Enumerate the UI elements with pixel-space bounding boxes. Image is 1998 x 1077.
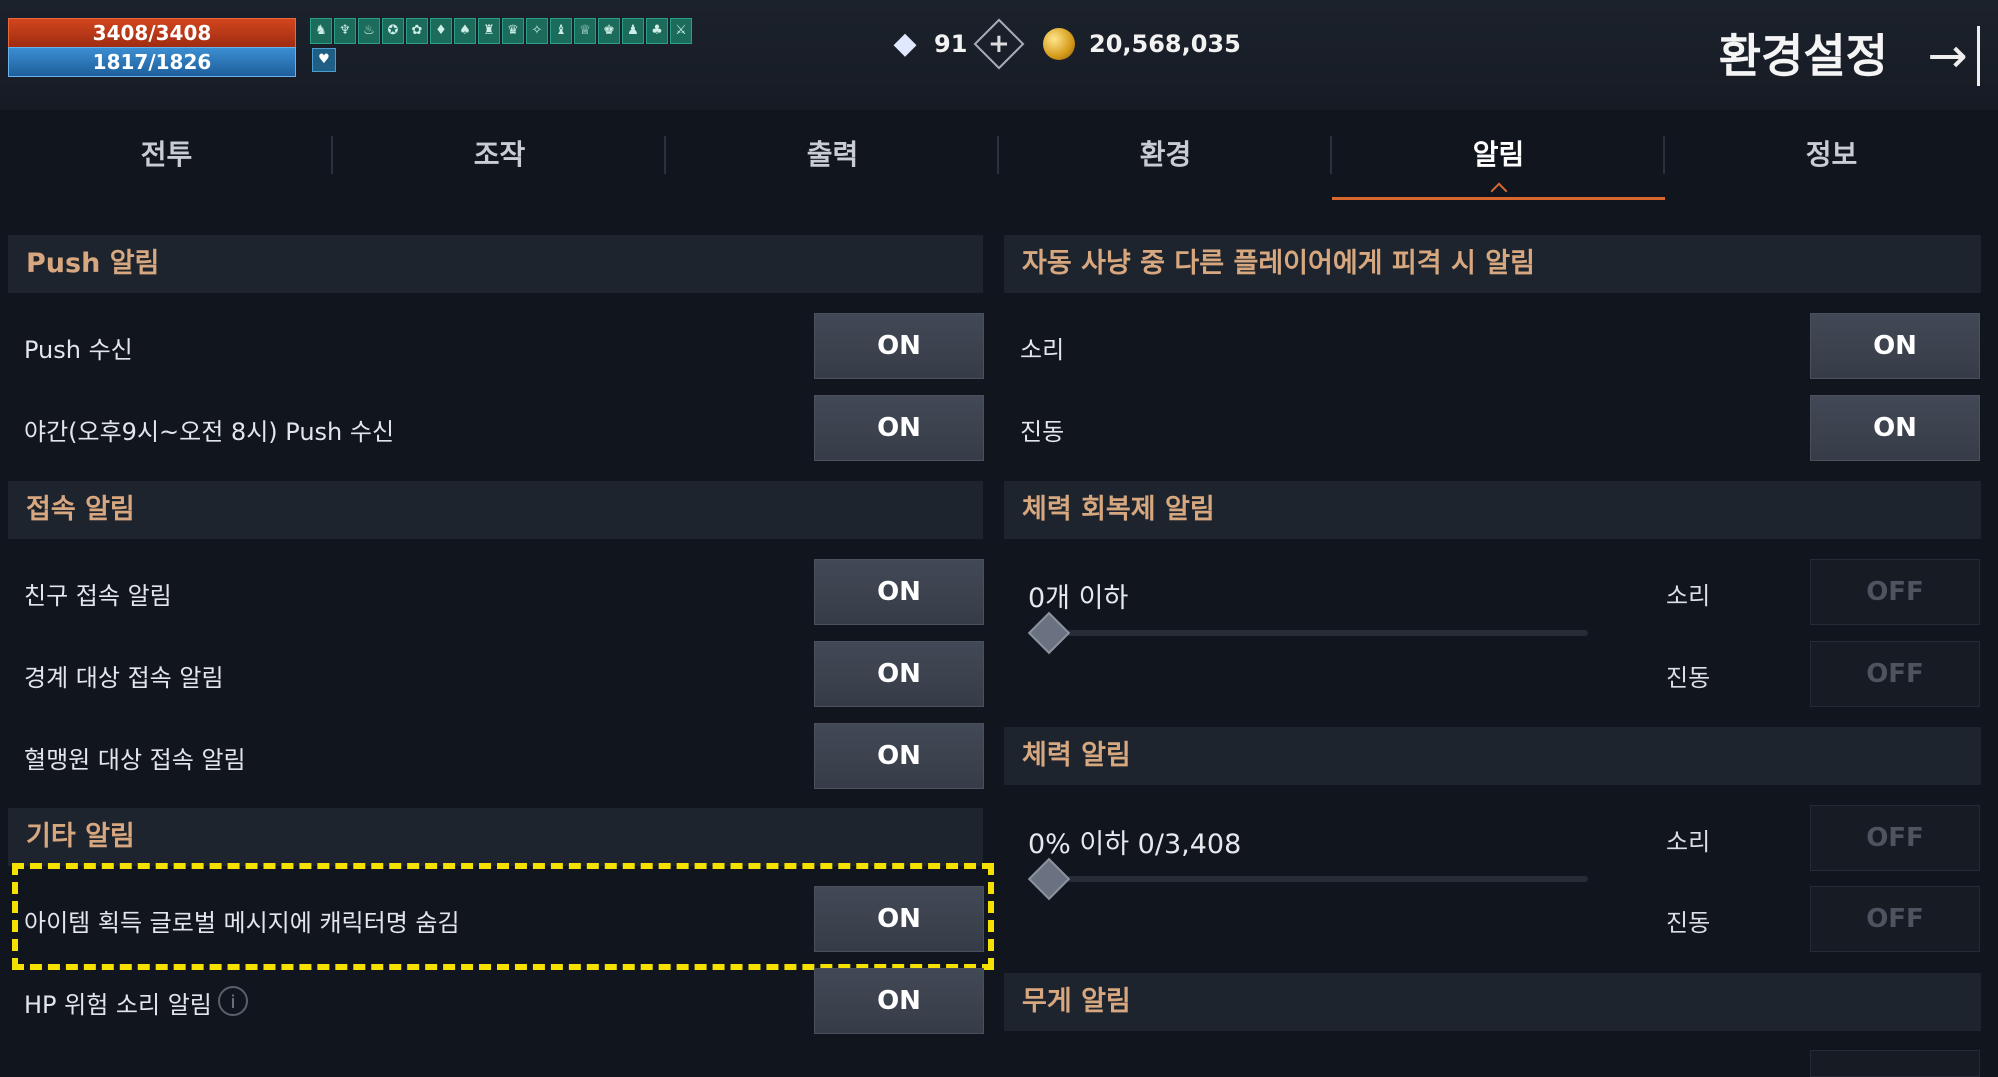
buff-icon: ♞: [310, 18, 332, 44]
tab-label: 전투: [140, 138, 193, 171]
tab-label: 정보: [1805, 138, 1858, 171]
push-receive-label: Push 수신: [24, 336, 133, 364]
section-login: 접속 알림: [8, 481, 983, 539]
clan-login-label: 혈맹원 대상 접속 알림: [24, 746, 246, 774]
section-potion: 체력 회복제 알림: [1004, 481, 1981, 539]
buff-icon-secondary: ♥: [312, 48, 336, 72]
tab-bar: 전투 조작 출력 환경 알림 정보: [0, 118, 1998, 200]
buff-icon: ♦: [430, 18, 452, 44]
buff-list: ♞ ♆ ♨ ✪ ✿ ♦ ♠ ♜ ♛ ✧ ♝ ♕ ♚ ♟ ♣ ⚔: [310, 18, 694, 44]
tab-label: 환경: [1139, 138, 1192, 171]
potion-vibe-toggle[interactable]: OFF: [1810, 641, 1980, 707]
health-vibe-label: 진동: [1666, 909, 1711, 937]
exit-icon[interactable]: →: [1918, 26, 1980, 86]
buff-icon: ✧: [526, 18, 548, 44]
gold-currency: 20,568,035: [1043, 24, 1241, 64]
health-sound-toggle[interactable]: OFF: [1810, 805, 1980, 871]
gold-coin-icon: [1043, 28, 1075, 60]
buff-icon: ⚔: [670, 18, 692, 44]
hp-danger-sound-label: HP 위험 소리 알림: [24, 991, 212, 1019]
potion-slider-track[interactable]: [1040, 630, 1588, 636]
buff-icon: ♚: [598, 18, 620, 44]
top-status-bar: 3408/3408 1817/1826 ♞ ♆ ♨ ✪ ✿ ♦ ♠ ♜ ♛ ✧ ♝ ♕ ♚ ♟ ♣ ⚔ ♥ ◆…: [0, 0, 1998, 110]
buff-icon: ♆: [334, 18, 356, 44]
potion-vibe-label: 진동: [1666, 664, 1711, 692]
buff-icon: ♛: [502, 18, 524, 44]
tab-combat[interactable]: 전투: [0, 118, 333, 200]
health-slider-track[interactable]: [1040, 876, 1588, 882]
potion-sound-toggle[interactable]: OFF: [1810, 559, 1980, 625]
attacked-sound-toggle[interactable]: ON: [1810, 313, 1980, 379]
buff-icon: ♣: [646, 18, 668, 44]
attacked-vibe-toggle[interactable]: ON: [1810, 395, 1980, 461]
watchlist-login-toggle[interactable]: ON: [814, 641, 984, 707]
tab-controls[interactable]: 조작: [333, 118, 666, 200]
tab-output[interactable]: 출력: [666, 118, 999, 200]
buff-icon: ♟: [622, 18, 644, 44]
buff-icon: ✪: [382, 18, 404, 44]
night-push-label: 야간(오후9시~오전 8시) Push 수신: [24, 418, 395, 446]
potion-sound-label: 소리: [1666, 582, 1711, 610]
buff-icon: ♠: [454, 18, 476, 44]
tab-notifications[interactable]: 알림: [1332, 118, 1665, 200]
clan-login-toggle[interactable]: ON: [814, 723, 984, 789]
health-sound-label: 소리: [1666, 828, 1711, 856]
tab-environment[interactable]: 환경: [999, 118, 1332, 200]
gold-count: 20,568,035: [1089, 30, 1241, 58]
health-slider-thumb[interactable]: [1027, 857, 1071, 901]
potion-threshold-value: 0개 이하: [1028, 583, 1129, 614]
night-push-toggle[interactable]: ON: [814, 395, 984, 461]
buff-icon: ♨: [358, 18, 380, 44]
section-push: Push 알림: [8, 235, 983, 293]
section-health: 체력 알림: [1004, 727, 1981, 785]
section-attacked: 자동 사냥 중 다른 플레이어에게 피격 시 알림: [1004, 235, 1981, 293]
gem-currency: ◆ 91 +: [888, 18, 1025, 70]
buff-icon: ♝: [550, 18, 572, 44]
tab-label: 조작: [473, 138, 526, 171]
info-icon[interactable]: i: [218, 986, 248, 1016]
friend-login-label: 친구 접속 알림: [24, 582, 172, 610]
section-weight: 무게 알림: [1004, 973, 1981, 1031]
watchlist-login-label: 경계 대상 접속 알림: [24, 664, 224, 692]
tab-label: 출력: [806, 138, 859, 171]
friend-login-toggle[interactable]: ON: [814, 559, 984, 625]
mp-bar: 1817/1826: [8, 47, 296, 77]
hp-danger-sound-toggle[interactable]: ON: [814, 968, 984, 1034]
gem-count: 91: [934, 30, 968, 58]
plus-icon[interactable]: +: [973, 18, 1025, 70]
tab-label: 알림: [1472, 138, 1525, 171]
hp-bar: 3408/3408: [8, 18, 296, 48]
buff-icon: ♕: [574, 18, 596, 44]
health-vibe-toggle[interactable]: OFF: [1810, 886, 1980, 952]
push-receive-toggle[interactable]: ON: [814, 313, 984, 379]
weight-partial-toggle[interactable]: [1810, 1050, 1980, 1077]
attacked-sound-label: 소리: [1020, 336, 1065, 364]
page-title: 환경설정: [1718, 29, 1888, 83]
highlight-box: [12, 863, 994, 970]
attacked-vibe-label: 진동: [1020, 418, 1065, 446]
tab-info[interactable]: 정보: [1665, 118, 1998, 200]
potion-slider-thumb[interactable]: [1027, 611, 1071, 655]
buff-icon: ♜: [478, 18, 500, 44]
section-other: 기타 알림: [8, 808, 983, 866]
buff-icon: ✿: [406, 18, 428, 44]
diamond-icon: ◆: [893, 26, 917, 61]
health-threshold-value: 0% 이하 0/3,408: [1028, 829, 1242, 860]
